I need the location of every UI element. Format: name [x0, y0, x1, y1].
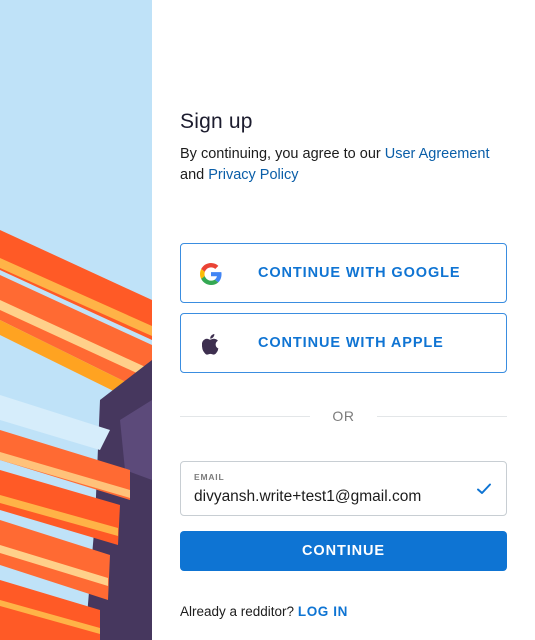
decorative-art-panel — [0, 0, 152, 640]
apple-icon — [199, 332, 223, 356]
user-agreement-link[interactable]: User Agreement — [385, 146, 490, 162]
checkmark-icon — [476, 481, 492, 497]
google-icon — [199, 262, 223, 286]
login-prompt: Already a redditor? LOG IN — [180, 604, 348, 619]
continue-with-google-button[interactable]: CONTINUE WITH GOOGLE — [180, 243, 507, 303]
email-field-label: EMAIL — [194, 472, 225, 482]
decorative-artwork — [0, 0, 152, 640]
page-title: Sign up — [180, 110, 253, 133]
apple-button-label: CONTINUE WITH APPLE — [258, 335, 444, 351]
agreement-conjunction: and — [180, 167, 205, 183]
or-divider: OR — [180, 405, 507, 427]
privacy-policy-link[interactable]: Privacy Policy — [208, 167, 298, 183]
signup-page: Sign up By continuing, you agree to our … — [0, 0, 535, 640]
continue-with-apple-button[interactable]: CONTINUE WITH APPLE — [180, 313, 507, 373]
email-field[interactable]: EMAIL — [180, 461, 507, 516]
continue-button[interactable]: CONTINUE — [180, 531, 507, 571]
divider-line-right — [377, 416, 507, 417]
agreement-text: By continuing, you agree to our User Agr… — [180, 144, 507, 186]
login-prompt-text: Already a redditor? — [180, 604, 295, 619]
agreement-prefix: By continuing, you agree to our — [180, 146, 381, 162]
login-link[interactable]: LOG IN — [298, 604, 348, 619]
signup-form: Sign up By continuing, you agree to our … — [180, 0, 507, 640]
google-button-label: CONTINUE WITH GOOGLE — [258, 265, 461, 281]
email-input[interactable] — [194, 485, 464, 509]
